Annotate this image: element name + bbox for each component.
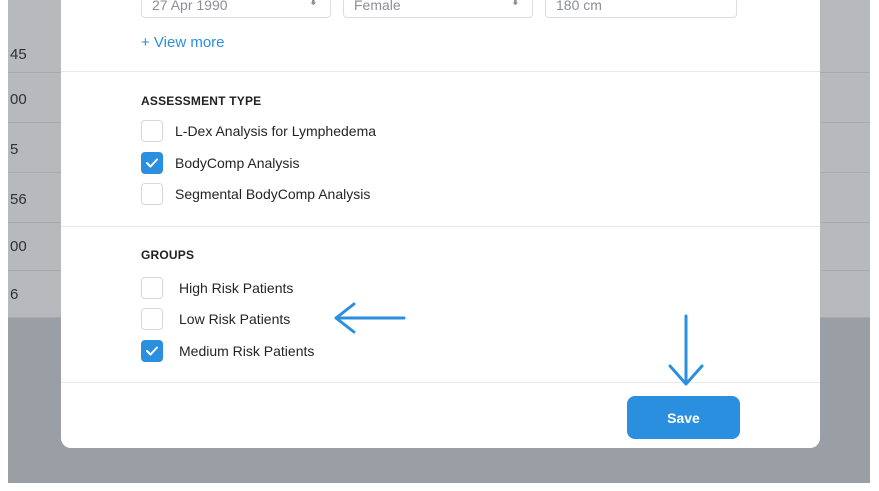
checkmark-icon — [146, 158, 158, 168]
left-arrow-annotation-icon — [334, 302, 406, 334]
chevron-down-icon: ⬍ — [510, 0, 520, 8]
sex-value: Female — [354, 0, 401, 13]
date-of-birth-select[interactable]: 27 Apr 1990 ⬍ — [141, 0, 331, 18]
assessment-option-segmental[interactable]: Segmental BodyComp Analysis — [141, 182, 370, 206]
group-option-label: Medium Risk Patients — [179, 343, 315, 359]
groups-heading: GROUPS — [141, 248, 195, 262]
group-option-low-risk[interactable]: Low Risk Patients — [141, 307, 290, 331]
table-cell: 45 — [10, 46, 27, 63]
checkbox[interactable] — [141, 120, 163, 142]
save-button[interactable]: Save — [627, 396, 740, 439]
assessment-option-bodycomp[interactable]: BodyComp Analysis — [141, 151, 300, 175]
height-field[interactable]: 180 cm — [545, 0, 737, 18]
table-cell: 6 — [10, 286, 19, 303]
down-arrow-annotation-icon — [668, 314, 704, 386]
group-option-label: Low Risk Patients — [179, 311, 291, 327]
section-divider — [61, 226, 820, 227]
checkbox-checked[interactable] — [141, 152, 163, 174]
assessment-option-label: L-Dex Analysis for Lymphedema — [175, 123, 377, 139]
group-option-label: High Risk Patients — [179, 280, 294, 296]
checkmark-icon — [146, 346, 158, 356]
assessment-option-label: Segmental BodyComp Analysis — [175, 186, 371, 202]
chevron-down-icon: ⬍ — [308, 0, 318, 8]
app-frame: 45 00 5 56 00 6 27 Apr 1990 ⬍ Female ⬍ 1… — [8, 0, 870, 483]
table-cell: 00 — [10, 91, 27, 108]
table-cell: 56 — [10, 191, 27, 208]
table-cell: 5 — [10, 141, 19, 158]
assessment-type-heading: ASSESSMENT TYPE — [141, 94, 262, 108]
assessment-option-label: BodyComp Analysis — [175, 155, 300, 171]
section-divider — [61, 71, 820, 72]
checkbox-checked[interactable] — [141, 340, 163, 362]
group-option-high-risk[interactable]: High Risk Patients — [141, 276, 293, 300]
assessment-option-ldex[interactable]: L-Dex Analysis for Lymphedema — [141, 119, 376, 143]
checkbox[interactable] — [141, 183, 163, 205]
sex-select[interactable]: Female ⬍ — [343, 0, 533, 18]
checkbox[interactable] — [141, 277, 163, 299]
date-of-birth-value: 27 Apr 1990 — [152, 0, 228, 13]
checkbox[interactable] — [141, 308, 163, 330]
table-cell: 00 — [10, 238, 27, 255]
view-more-link[interactable]: + View more — [141, 34, 225, 51]
height-value: 180 cm — [556, 0, 602, 13]
group-option-medium-risk[interactable]: Medium Risk Patients — [141, 339, 314, 363]
